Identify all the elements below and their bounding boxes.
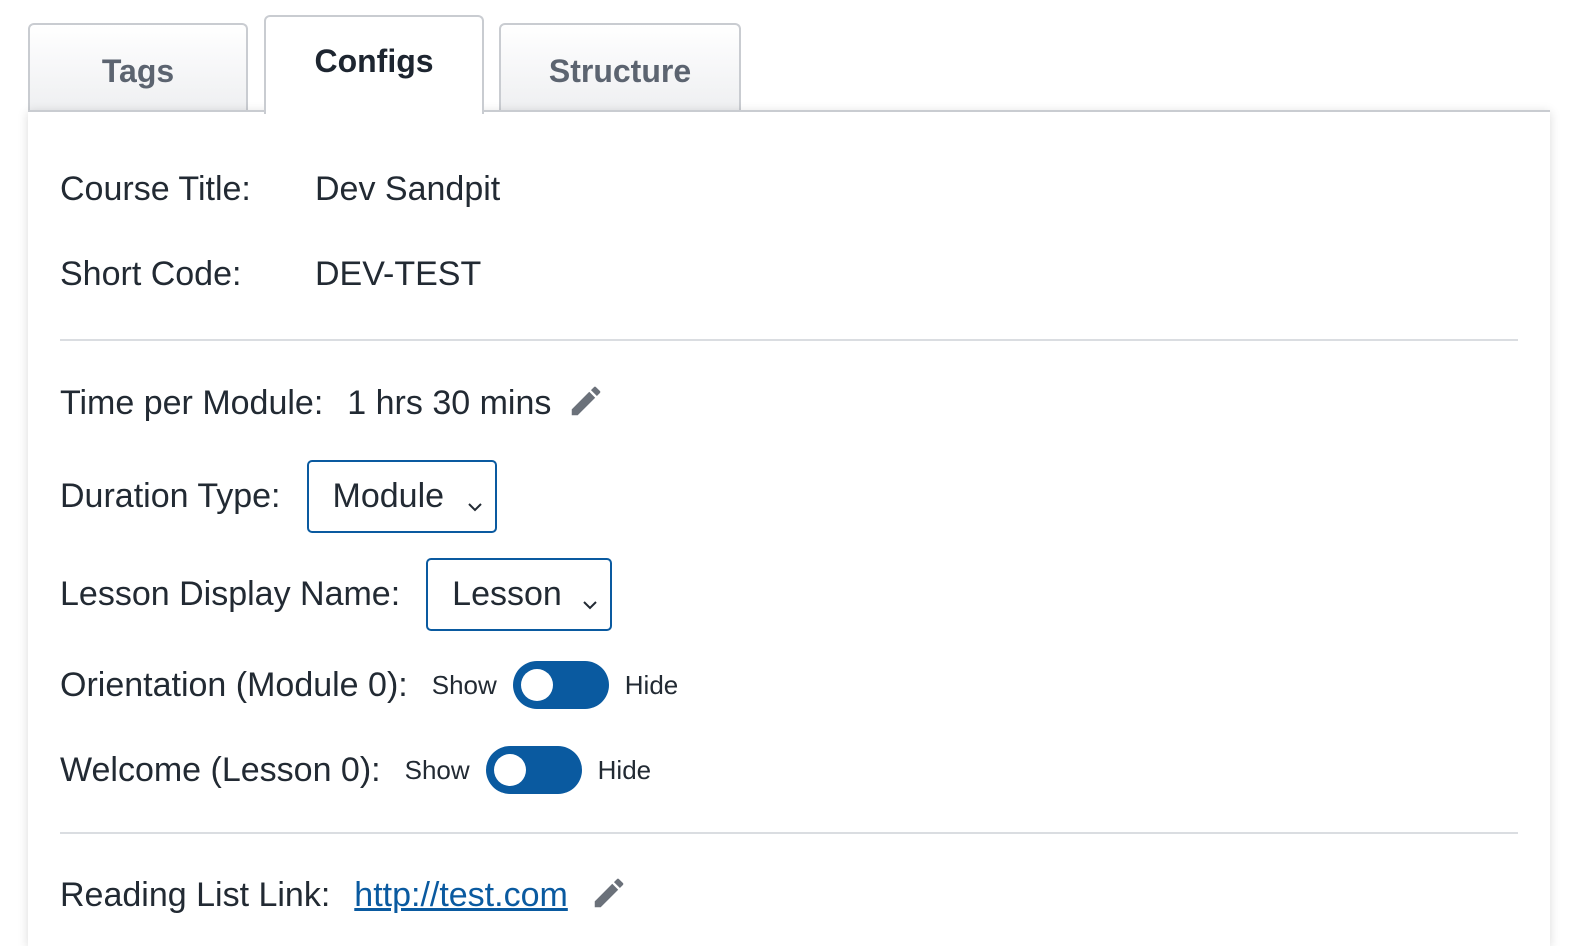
- reading-list-row: Reading List Link: http://test.com: [60, 874, 628, 917]
- lesson-display-name-label: Lesson Display Name:: [60, 575, 401, 613]
- chevron-down-icon: [465, 487, 485, 526]
- short-code-value: DEV-TEST: [315, 255, 482, 293]
- lesson-display-name-select[interactable]: Lesson: [426, 558, 613, 631]
- lesson-display-name-row: Lesson Display Name: Lesson: [60, 558, 613, 631]
- course-title-label: Course Title:: [60, 170, 251, 208]
- tab-bar: Tags Configs Structure: [0, 0, 1570, 114]
- configs-panel: Course Title: Dev Sandpit Short Code: DE…: [28, 110, 1550, 946]
- time-per-module-value: 1 hrs 30 mins: [347, 384, 552, 422]
- duration-type-row: Duration Type: Module: [60, 460, 497, 533]
- reading-list-link[interactable]: http://test.com: [354, 876, 568, 915]
- lesson-display-name-selected: Lesson: [452, 575, 562, 613]
- toggle-knob: [520, 669, 553, 701]
- welcome-show-label: Show: [404, 754, 470, 785]
- welcome-hide-label: Hide: [597, 754, 652, 785]
- orientation-label: Orientation (Module 0):: [60, 665, 408, 704]
- divider: [60, 832, 1518, 834]
- short-code-label: Short Code:: [60, 255, 242, 293]
- tab-configs[interactable]: Configs: [264, 15, 484, 114]
- reading-list-label: Reading List Link:: [60, 876, 331, 914]
- orientation-row: Orientation (Module 0): Show Hide: [60, 661, 678, 709]
- orientation-hide-label: Hide: [624, 669, 679, 700]
- chevron-down-icon: [580, 585, 600, 624]
- toggle-knob: [493, 754, 526, 786]
- pencil-icon[interactable]: [567, 382, 605, 425]
- time-per-module-label: Time per Module:: [60, 384, 324, 422]
- welcome-label: Welcome (Lesson 0):: [60, 750, 381, 789]
- duration-type-label: Duration Type:: [60, 477, 281, 515]
- welcome-toggle[interactable]: [485, 746, 582, 794]
- pencil-icon[interactable]: [590, 874, 628, 917]
- tab-structure[interactable]: Structure: [499, 23, 741, 112]
- time-per-module-row: Time per Module: 1 hrs 30 mins: [60, 382, 605, 425]
- orientation-toggle[interactable]: [512, 661, 609, 709]
- duration-type-selected: Module: [332, 477, 445, 515]
- course-title-value: Dev Sandpit: [315, 170, 501, 208]
- orientation-show-label: Show: [431, 669, 497, 700]
- welcome-row: Welcome (Lesson 0): Show Hide: [60, 746, 651, 794]
- course-title-row: Course Title: Dev Sandpit: [60, 170, 500, 209]
- tab-tags[interactable]: Tags: [28, 23, 248, 112]
- duration-type-select[interactable]: Module: [306, 460, 497, 533]
- divider: [60, 339, 1518, 341]
- short-code-row: Short Code: DEV-TEST: [60, 255, 481, 294]
